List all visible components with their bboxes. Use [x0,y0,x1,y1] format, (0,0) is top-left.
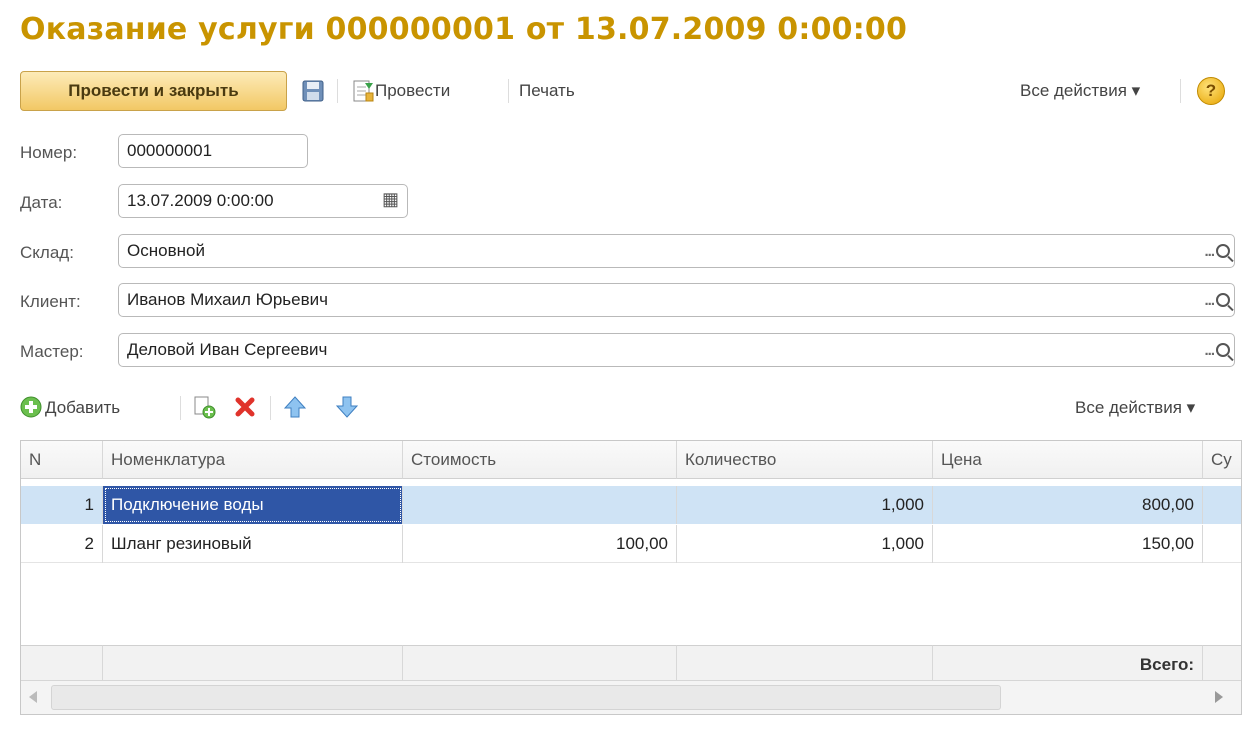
footer-cell [21,645,103,683]
column-header-item[interactable]: Номенклатура [103,441,403,479]
row-qty[interactable]: 1,000 [677,525,933,563]
row-price[interactable]: 150,00 [933,525,1203,563]
move-down-icon[interactable] [336,395,358,419]
client-field-buttons: ... [1204,284,1234,316]
column-header-n[interactable]: N [21,441,103,479]
search-icon[interactable] [1216,244,1230,258]
master-field[interactable]: Деловой Иван Сергеевич ... [118,333,1235,367]
scroll-left-icon[interactable] [29,691,37,703]
horizontal-scrollbar[interactable] [21,680,1241,714]
choose-button[interactable]: ... [1204,243,1214,260]
warehouse-value: Основной [127,241,205,260]
scroll-right-icon[interactable] [1215,691,1223,703]
footer-cell [1203,645,1241,683]
post-and-close-button[interactable]: Провести и закрыть [20,71,287,111]
total-label: Всего: [933,645,1203,683]
print-button[interactable]: Печать [519,81,575,101]
footer-cell [103,645,403,683]
move-up-icon[interactable] [284,395,306,419]
delete-icon[interactable] [234,396,256,418]
toolbar-separator [508,79,509,103]
toolbar-separator [337,79,338,103]
choose-button[interactable]: ... [1204,342,1214,359]
warehouse-label: Склад: [20,243,74,262]
row-item[interactable]: Шланг резиновый [103,525,403,563]
toolbar-separator [180,396,181,420]
add-button[interactable]: Добавить [45,398,120,418]
table-footer: Всего: [21,645,1241,683]
row-number: 1 [21,486,103,524]
number-field[interactable]: 000000001 [118,134,308,168]
search-icon[interactable] [1216,293,1230,307]
client-value: Иванов Михаил Юрьевич [127,290,328,309]
date-field[interactable]: 13.07.2009 0:00:00 ▦ [118,184,408,218]
row-sum[interactable] [1203,525,1241,563]
add-icon[interactable] [20,396,42,418]
post-icon[interactable] [351,79,375,103]
date-value: 13.07.2009 0:00:00 [127,191,274,210]
table-toolbar: Добавить Все действия ▾ [20,390,1235,426]
footer-cell [677,645,933,683]
client-label: Клиент: [20,292,81,311]
row-cost[interactable]: 100,00 [403,525,677,563]
scroll-thumb[interactable] [51,685,1001,710]
calendar-icon[interactable]: ▦ [382,189,399,210]
table-row[interactable]: 1 Подключение воды 1,000 800,00 [21,486,1241,524]
row-sum[interactable] [1203,486,1241,524]
footer-cell [403,645,677,683]
number-label: Номер: [20,143,78,162]
row-qty[interactable]: 1,000 [677,486,933,524]
master-field-buttons: ... [1204,334,1234,366]
master-value: Деловой Иван Сергеевич [127,340,328,359]
warehouse-field[interactable]: Основной ... [118,234,1235,268]
date-label: Дата: [20,193,63,212]
column-header-qty[interactable]: Количество [677,441,933,479]
toolbar-separator [270,396,271,420]
row-item[interactable]: Подключение воды [103,486,403,524]
post-button[interactable]: Провести [375,81,450,101]
toolbar-separator [1180,79,1181,103]
copy-icon[interactable] [192,395,216,419]
column-header-cost[interactable]: Стоимость [403,441,677,479]
items-table: N Номенклатура Стоимость Количество Цена… [20,440,1242,715]
save-icon[interactable] [301,79,325,103]
row-cost[interactable] [403,486,677,524]
table-all-actions-menu[interactable]: Все действия ▾ [1075,398,1195,418]
row-price[interactable]: 800,00 [933,486,1203,524]
warehouse-field-buttons: ... [1204,235,1234,267]
column-header-sum[interactable]: Су [1203,441,1241,479]
all-actions-menu[interactable]: Все действия ▾ [1020,81,1140,101]
help-icon[interactable]: ? [1197,77,1225,105]
master-label: Мастер: [20,342,84,361]
row-number: 2 [21,525,103,563]
table-row[interactable]: 2 Шланг резиновый 100,00 1,000 150,00 [21,525,1241,563]
main-toolbar: Провести и закрыть Провести Печать Все д… [20,71,1235,111]
number-value: 000000001 [127,141,213,160]
page-title: Оказание услуги 000000001 от 13.07.2009 … [20,12,908,47]
table-header: N Номенклатура Стоимость Количество Цена… [21,441,1241,479]
column-header-price[interactable]: Цена [933,441,1203,479]
client-field[interactable]: Иванов Михаил Юрьевич ... [118,283,1235,317]
choose-button[interactable]: ... [1204,292,1214,309]
search-icon[interactable] [1216,343,1230,357]
